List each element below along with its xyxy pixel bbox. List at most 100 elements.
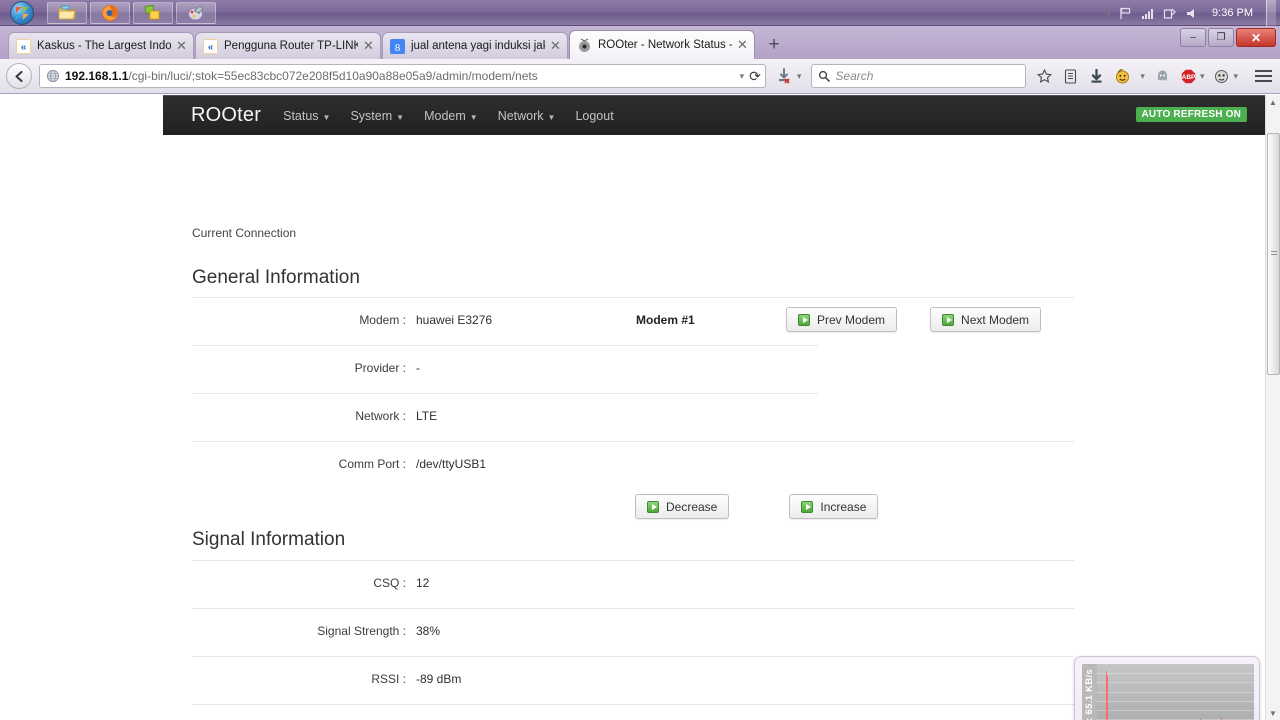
reload-icon[interactable]: ⟳	[749, 68, 761, 85]
green-arrow-icon	[801, 500, 814, 513]
table-row-ecio: ECIO : -10 (RSRQ) dB	[192, 704, 1074, 720]
bandwidth-max-label: MAX: 65.1 KB/s	[1084, 668, 1095, 720]
prev-modem-button[interactable]: Prev Modem	[786, 307, 898, 332]
show-desktop-button[interactable]	[1266, 0, 1276, 26]
nav-item-logout[interactable]: Logout	[575, 109, 613, 123]
quicklaunch-paint[interactable]	[176, 1, 216, 24]
adblock-plus-icon[interactable]: ABP	[1180, 68, 1197, 85]
vertical-scrollbar[interactable]: ▲ ▼	[1265, 95, 1280, 720]
kaskus-favicon: «	[16, 38, 31, 54]
green-arrow-icon	[942, 313, 955, 326]
nav-label: Logout	[575, 108, 614, 123]
nav-label: Network	[497, 108, 544, 123]
table-row-rssi: RSSI : -89 dBm	[192, 656, 1074, 704]
paint-icon	[188, 4, 204, 20]
start-button[interactable]	[0, 0, 44, 26]
minimize-button[interactable]: –	[1180, 28, 1206, 47]
address-bar[interactable]: 192.168.1.1/cgi-bin/luci/;stok=55ec83cbc…	[39, 64, 766, 88]
table-row-modem: Modem : huawei E3276 Modem #1 Prev Modem…	[192, 297, 1074, 345]
row-value: 38%	[416, 624, 441, 638]
quicklaunch-windows-explorer[interactable]	[47, 1, 87, 24]
addon-privacy-icon[interactable]	[1213, 68, 1230, 85]
nav-label: Modem	[424, 108, 466, 123]
increase-button[interactable]: Increase	[789, 494, 879, 519]
addon2-chevron-down-icon[interactable]: ▾	[1233, 71, 1238, 82]
scroll-up-arrow-icon[interactable]: ▲	[1266, 95, 1280, 109]
windows-explorer-icon	[58, 5, 76, 19]
volume-speaker-icon[interactable]	[1184, 6, 1199, 21]
windows-logo-icon	[10, 0, 34, 25]
browser-tab-active[interactable]: ROOter - Network Status - ... ✕	[569, 30, 755, 59]
taskbar-clock[interactable]: 9:36 PM	[1206, 7, 1259, 19]
addon-ghostery-icon[interactable]	[1154, 68, 1171, 85]
downloads-arrow-icon[interactable]	[1088, 68, 1105, 85]
nav-item-modem[interactable]: Modem ▼	[424, 109, 478, 123]
network-signal-icon[interactable]	[1140, 6, 1155, 21]
addon-smiley-icon[interactable]	[1114, 68, 1131, 85]
action-center-flag-icon[interactable]	[1118, 6, 1133, 21]
search-input[interactable]: Search	[811, 64, 1027, 88]
row-value: LTE	[416, 409, 438, 423]
row-label: RSSI :	[371, 672, 406, 686]
row-label: Provider :	[354, 361, 406, 375]
chart-gridline	[1097, 710, 1254, 711]
globe-icon	[46, 69, 60, 83]
nav-item-status[interactable]: Status ▼	[283, 109, 330, 123]
bookmark-star-icon[interactable]	[1036, 68, 1053, 85]
chevron-down-icon: ▼	[396, 112, 405, 122]
svg-text:«: «	[21, 42, 27, 53]
button-label: Prev Modem	[817, 312, 886, 327]
tab-title: Pengguna Router TP-LINK ...	[224, 40, 358, 52]
adblock-chevron-down-icon[interactable]: ▾	[1200, 71, 1205, 82]
reading-list-icon[interactable]	[1062, 68, 1079, 85]
navigation-toolbar: 192.168.1.1/cgi-bin/luci/;stok=55ec83cbc…	[0, 59, 1280, 94]
bandwidth-monitor-widget[interactable]: MAX: 65.1 KB/s DL: 0.7 KB/s UL: 0.2 KB/s	[1074, 656, 1260, 720]
tab-close-icon[interactable]: ✕	[549, 39, 562, 53]
browser-tab[interactable]: « Pengguna Router TP-LINK ... ✕	[195, 32, 381, 59]
addon-chevron-down-icon[interactable]: ▾	[1140, 71, 1145, 82]
downloads-blocked-icon[interactable]	[776, 67, 793, 85]
chevron-down-icon: ▼	[322, 112, 331, 122]
show-hidden-icons-chevron[interactable]: ▾	[1107, 8, 1112, 19]
tab-close-icon[interactable]: ✕	[175, 39, 188, 53]
firefox-icon	[102, 4, 118, 21]
tab-close-icon[interactable]: ✕	[736, 38, 749, 52]
row-label: Signal Strength :	[317, 624, 406, 638]
row-label: Comm Port :	[338, 457, 406, 471]
table-row-provider: Provider : -	[192, 345, 818, 393]
windows-taskbar: ▾ 9:36 PM	[0, 0, 1280, 26]
nav-item-network[interactable]: Network ▼	[498, 109, 556, 123]
search-icon	[819, 70, 831, 82]
back-button[interactable]	[6, 63, 32, 89]
browser-toolbar-icons: ▾ ABP ▾ ▾	[1036, 68, 1274, 85]
nav-item-system[interactable]: System ▼	[350, 109, 404, 123]
system-tray: ▾ 9:36 PM	[1107, 0, 1280, 26]
auto-refresh-badge[interactable]: AUTO REFRESH ON	[1135, 107, 1247, 122]
close-button[interactable]: ✕	[1236, 28, 1276, 47]
tab-strip: « Kaskus - The Largest Indon... ✕ « Peng…	[0, 26, 1280, 59]
rooter-brand[interactable]: ROOter	[191, 104, 261, 127]
svg-text:8: 8	[395, 42, 401, 54]
downloads-chevron-down-icon[interactable]: ▾	[797, 71, 802, 82]
browser-tab[interactable]: 8 jual antena yagi induksi jak... ✕	[382, 32, 568, 59]
new-tab-button[interactable]: +	[760, 33, 788, 58]
safely-remove-hardware-icon[interactable]	[1162, 6, 1177, 21]
restore-button[interactable]: ❐	[1208, 28, 1234, 47]
autocomplete-chevron-down-icon[interactable]: ▾	[740, 71, 745, 82]
quicklaunch-window-switcher[interactable]	[133, 1, 173, 24]
general-information-table: Modem : huawei E3276 Modem #1 Prev Modem…	[192, 297, 1074, 519]
scrollbar-thumb[interactable]	[1267, 133, 1280, 375]
next-modem-button[interactable]: Next Modem	[930, 307, 1042, 332]
chart-gridline	[1097, 692, 1254, 693]
browser-tab[interactable]: « Kaskus - The Largest Indon... ✕	[8, 32, 194, 59]
scroll-down-arrow-icon[interactable]: ▼	[1266, 706, 1280, 720]
firefox-window: – ❐ ✕ « Kaskus - The Largest Indon... ✕ …	[0, 26, 1280, 720]
button-label: Next Modem	[961, 312, 1030, 327]
tab-close-icon[interactable]: ✕	[362, 39, 375, 53]
quicklaunch-firefox[interactable]	[90, 1, 130, 24]
svg-text:«: «	[208, 42, 214, 53]
hamburger-menu-icon[interactable]	[1255, 70, 1272, 82]
decrease-button[interactable]: Decrease	[635, 494, 730, 519]
table-row-network: Network : LTE	[192, 393, 818, 441]
chart-gridline	[1097, 673, 1254, 674]
